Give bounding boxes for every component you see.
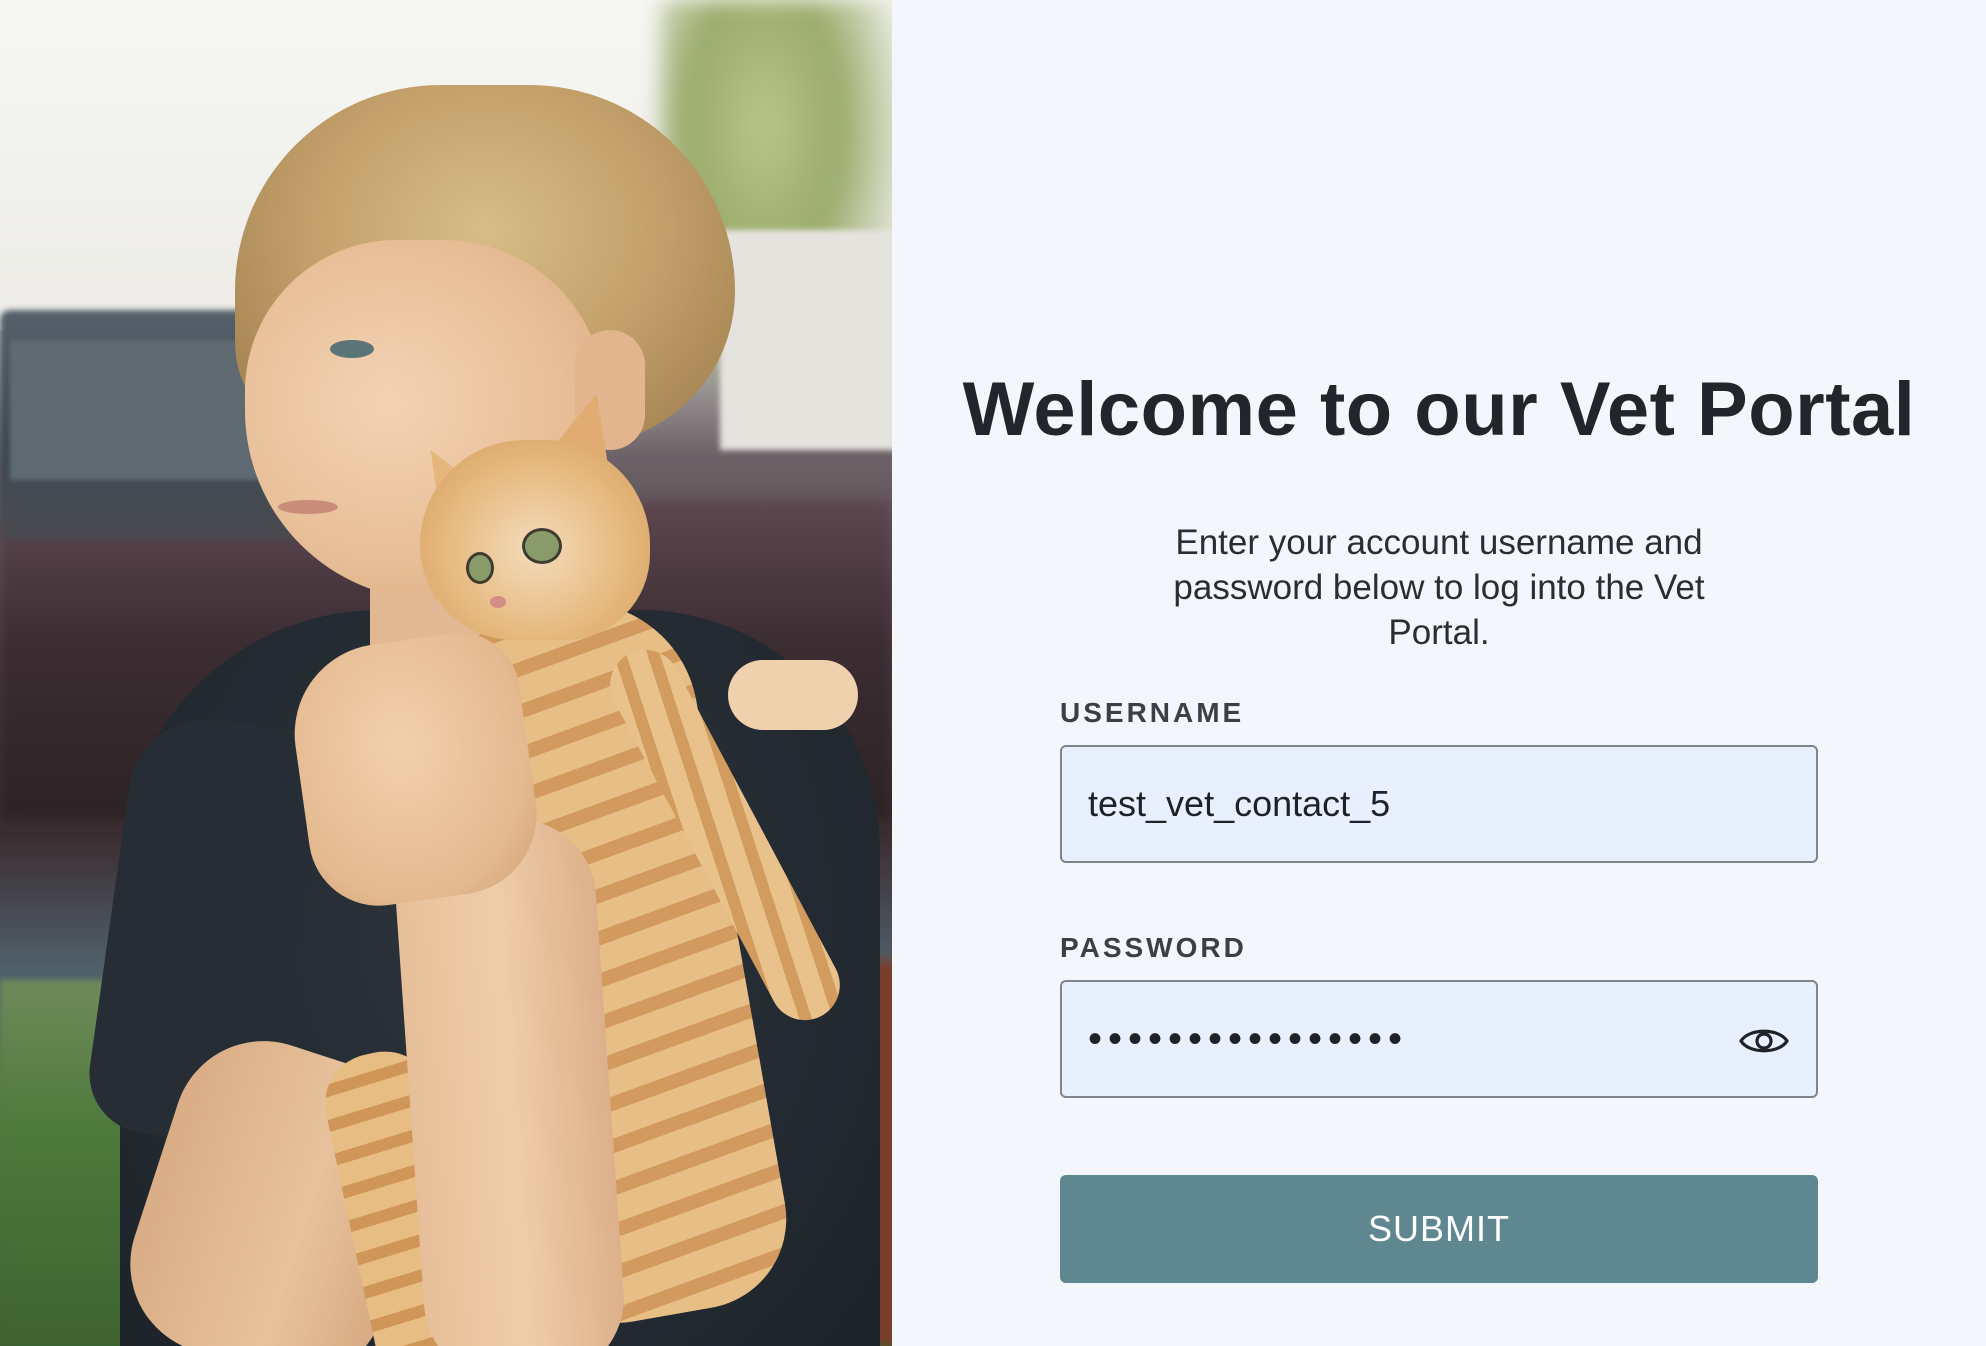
username-field-box[interactable] <box>1060 745 1818 863</box>
kitten-eye <box>522 528 562 564</box>
password-input[interactable] <box>1062 982 1728 1096</box>
eye-icon[interactable] <box>1738 1015 1790 1067</box>
boy-hand <box>283 625 547 915</box>
login-page: Welcome to our Vet Portal Enter your acc… <box>0 0 1986 1346</box>
username-input[interactable] <box>1062 747 1728 861</box>
kitten-paw <box>728 660 858 730</box>
kitten-nose <box>490 596 506 608</box>
page-title: Welcome to our Vet Portal <box>962 367 1916 452</box>
username-label: USERNAME <box>1060 697 1245 728</box>
submit-button[interactable]: SUBMIT <box>1060 1175 1818 1283</box>
eye-icon-glyph <box>1739 1029 1789 1053</box>
login-panel: Welcome to our Vet Portal Enter your acc… <box>892 0 1986 1346</box>
kitten-eye <box>466 552 494 584</box>
photo-window <box>10 340 260 480</box>
boy-eye <box>330 340 374 358</box>
password-field-box[interactable] <box>1060 980 1818 1098</box>
hero-photo <box>0 0 892 1346</box>
boy-lips <box>278 500 338 514</box>
photo-house <box>720 230 892 450</box>
login-instructions: Enter your account username and password… <box>1173 523 1705 652</box>
password-label: PASSWORD <box>1060 932 1247 963</box>
